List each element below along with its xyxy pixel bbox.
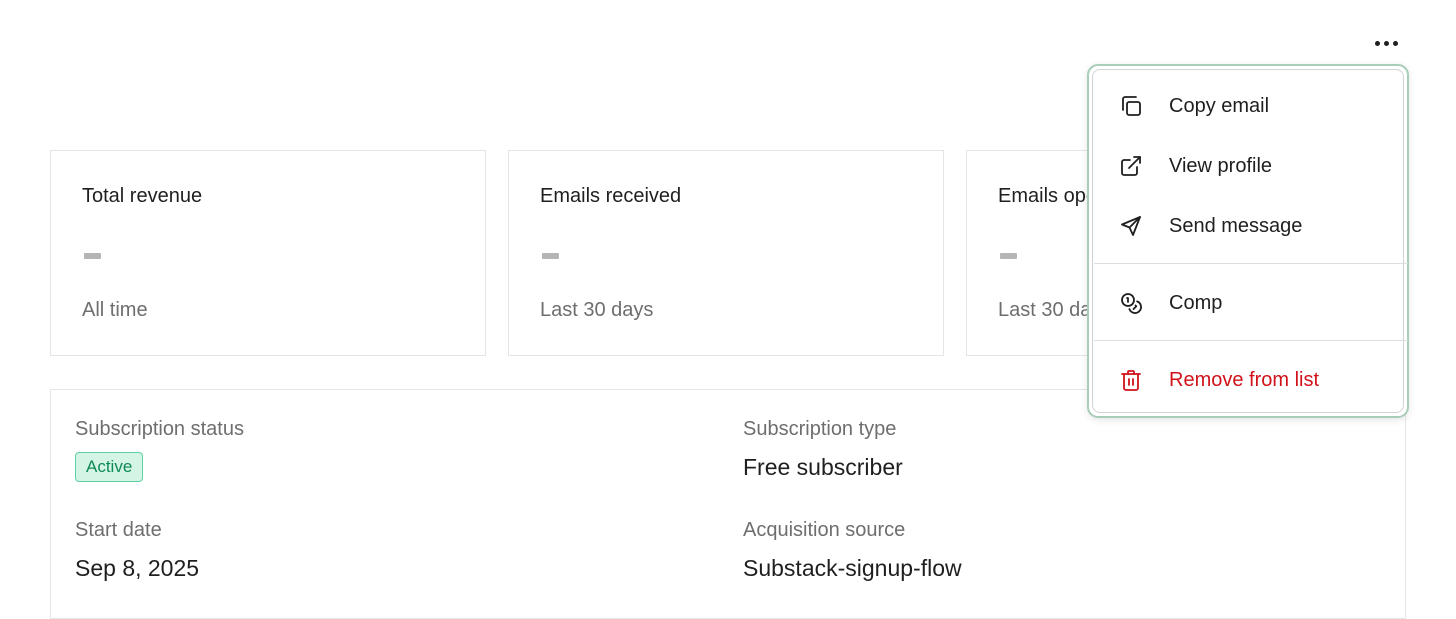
subscription-type-value: Free subscriber	[743, 454, 903, 480]
subscription-status-label: Subscription status	[75, 418, 244, 440]
more-dot	[1392, 40, 1398, 46]
menu-item-label: Remove from list	[1169, 368, 1320, 391]
actions-menu: Copy email View profile Send message Com…	[1087, 64, 1409, 418]
stat-title: Emails received	[540, 185, 682, 207]
menu-divider	[1094, 340, 1408, 341]
more-dot	[1383, 40, 1389, 46]
stat-period: Last 30 days	[540, 299, 654, 321]
menu-item-label: Copy email	[1169, 94, 1270, 117]
menu-item-send-message[interactable]: Send message	[1093, 198, 1409, 254]
actions-menu-body: Copy email View profile Send message Com…	[1092, 69, 1408, 413]
menu-item-view-profile[interactable]: View profile	[1093, 138, 1409, 194]
stat-card-total-revenue: Total revenue All time	[50, 150, 486, 356]
menu-item-label: View profile	[1169, 154, 1273, 177]
send-icon	[1118, 213, 1144, 239]
more-options-button[interactable]	[1368, 30, 1404, 56]
stat-value-empty	[1000, 253, 1017, 259]
acquisition-source-value: Substack-signup-flow	[743, 555, 962, 581]
stat-value-empty	[84, 253, 101, 259]
menu-item-comp[interactable]: Comp	[1093, 275, 1409, 331]
status-badge: Active	[75, 452, 144, 482]
subscription-details-panel: Subscription status Active Subscription …	[50, 389, 1406, 619]
more-dot	[1374, 40, 1380, 46]
start-date-label: Start date	[75, 519, 162, 541]
menu-item-label: Comp	[1169, 291, 1223, 314]
menu-divider	[1094, 263, 1408, 264]
stat-card-emails-received: Emails received Last 30 days	[508, 150, 944, 356]
coins-icon	[1118, 290, 1144, 316]
stat-title: Total revenue	[82, 185, 203, 207]
menu-item-label: Send message	[1169, 214, 1303, 237]
trash-icon	[1118, 367, 1144, 393]
menu-item-remove-from-list[interactable]: Remove from list	[1093, 352, 1409, 408]
menu-item-copy-email[interactable]: Copy email	[1093, 78, 1409, 134]
subscription-type-label: Subscription type	[743, 418, 897, 440]
acquisition-source-label: Acquisition source	[743, 519, 906, 541]
stat-period: All time	[82, 299, 148, 321]
start-date-value: Sep 8, 2025	[75, 555, 200, 581]
stat-value-empty	[542, 253, 559, 259]
copy-icon	[1118, 93, 1144, 119]
external-link-icon	[1118, 153, 1144, 179]
